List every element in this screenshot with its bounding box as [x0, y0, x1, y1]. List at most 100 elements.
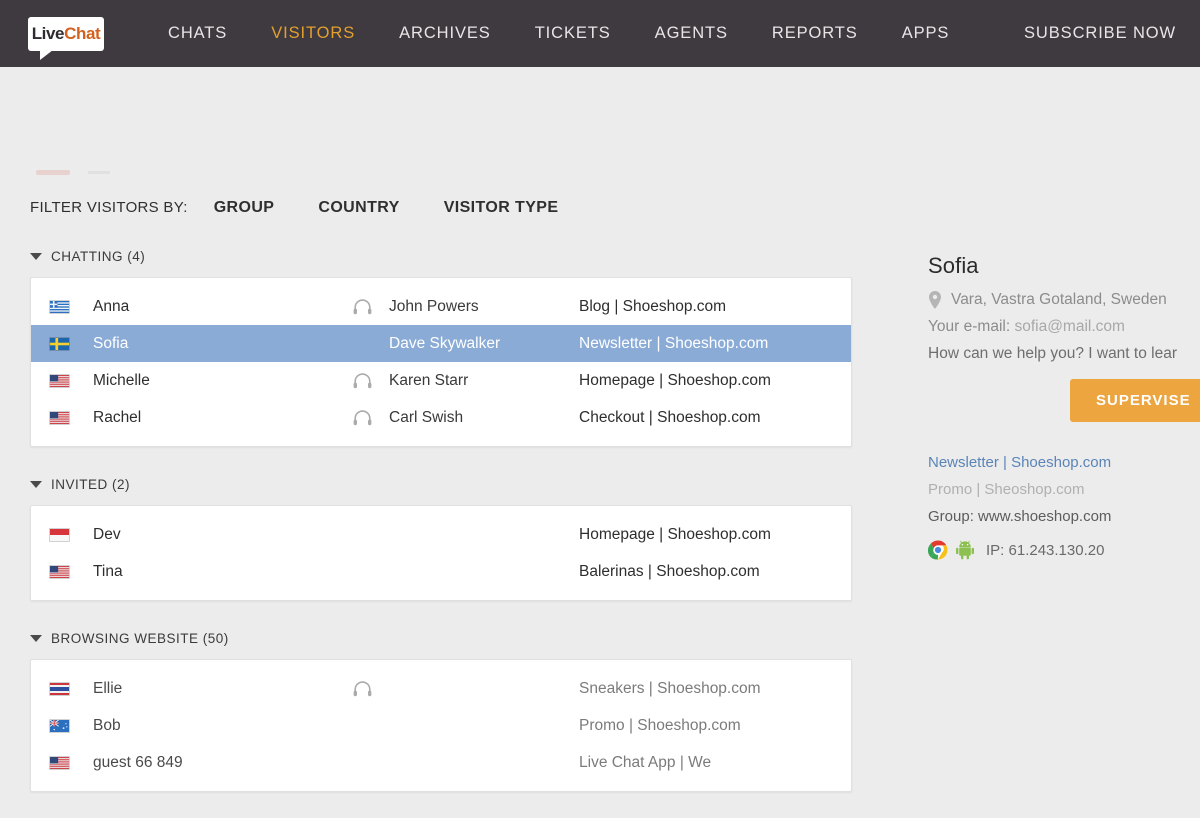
visitor-current-page: Checkout | Shoeshop.com — [579, 408, 761, 426]
thailand-flag — [49, 681, 70, 696]
headset-icon-cell — [353, 409, 389, 426]
livechat-logo[interactable]: LiveChat — [28, 16, 104, 60]
usa-flag — [49, 564, 70, 579]
visitor-row[interactable]: Dev Homepage | Shoeshop.com — [31, 516, 851, 553]
caret-down-icon — [30, 252, 42, 260]
supervise-button[interactable]: SUPERVISE — [1070, 379, 1200, 422]
visitor-current-page: Live Chat App | We — [579, 753, 712, 771]
visitor-current-page: Balerinas | Shoeshop.com — [579, 562, 760, 580]
logo-text-live: Live — [31, 24, 65, 43]
visitor-name: Sofia — [93, 334, 129, 352]
detail-email-value: sofia@mail.com — [1014, 318, 1125, 335]
visitor-current-page: Homepage | Shoeshop.com — [579, 371, 771, 389]
visitor-name: Michelle — [93, 371, 150, 389]
nav-item-archives[interactable]: ARCHIVES — [377, 0, 513, 67]
australia-flag — [49, 718, 70, 733]
visitor-flag-cell — [49, 755, 93, 770]
visitor-flag-cell — [49, 527, 93, 542]
visitor-flag-cell — [49, 410, 93, 425]
visitor-flag-cell — [49, 564, 93, 579]
visitor-name: Bob — [93, 716, 121, 734]
greece-flag — [49, 299, 70, 314]
chrome-icon — [927, 540, 948, 560]
nav-item-apps[interactable]: APPS — [880, 0, 972, 67]
visitor-row[interactable]: Rachel Carl Swish Checkout | Shoeshop.com — [31, 399, 851, 436]
caret-down-icon — [30, 480, 42, 488]
visitor-detail-panel: Sofia Vara, Vastra Gotaland, Sweden Your… — [927, 253, 1200, 560]
detail-location-row: Vara, Vastra Gotaland, Sweden — [928, 291, 1200, 309]
location-pin-icon — [928, 291, 942, 309]
detail-links-block: Newsletter | Shoeshop.com Promo | Sheosh… — [927, 454, 1200, 560]
indonesia-flag — [49, 527, 70, 542]
visitor-row[interactable]: Michelle Karen Starr Homepage | Shoeshop.c… — [31, 362, 851, 399]
visitor-flag-cell — [49, 718, 93, 733]
headset-icon-cell — [353, 680, 389, 697]
visitor-group-card: Anna John Powers Blog | Shoeshop.com Sofia D… — [30, 277, 852, 447]
visitor-row[interactable]: Tina Balerinas | Shoeshop.com — [31, 553, 851, 590]
visitor-row[interactable]: Bob Promo | Shoeshop.com — [31, 707, 851, 744]
visitor-row[interactable]: Sofia Dave Skywalker Newsletter | Shoeshop… — [31, 325, 851, 362]
subscribe-now-button[interactable]: SUBSCRIBE NOW — [1024, 24, 1178, 43]
visitor-name: Dev — [93, 525, 121, 543]
visitor-current-page: Promo | Shoeshop.com — [579, 716, 741, 734]
detail-visitor-name: Sofia — [928, 253, 979, 278]
nav-item-tickets[interactable]: TICKETS — [513, 0, 633, 67]
nav-item-reports[interactable]: REPORTS — [750, 0, 880, 67]
usa-flag — [49, 410, 70, 425]
visitor-row[interactable]: guest 66 849 Live Chat App | We — [31, 744, 851, 781]
top-navigation-bar: LiveChat CHATS VISITORS ARCHIVES TICKETS AGE… — [0, 0, 1200, 67]
faint-artifact — [36, 170, 70, 175]
visitor-current-page: Blog | Shoeshop.com — [579, 297, 727, 315]
visitor-name: Anna — [93, 297, 130, 315]
headset-icon-cell — [353, 298, 389, 315]
visitor-flag-cell — [49, 299, 93, 314]
visitor-agent-name: Karen Starr — [389, 371, 469, 389]
visitor-current-page: Sneakers | Shoeshop.com — [579, 679, 761, 697]
faint-artifact-secondary — [88, 171, 110, 174]
visitor-row[interactable]: Ellie Sneakers | Shoeshop.com — [31, 670, 851, 707]
visitor-agent-name: Dave Skywalker — [389, 334, 501, 352]
visitor-group-card: Dev Homepage | Shoeshop.com Tina Balerinas … — [30, 505, 852, 601]
visitor-flag-cell — [49, 336, 93, 351]
filter-option-country[interactable]: COUNTRY — [318, 199, 399, 217]
nav-item-visitors[interactable]: VISITORS — [249, 0, 377, 67]
visitor-flag-cell — [49, 373, 93, 388]
detail-location-text: Vara, Vastra Gotaland, Sweden — [951, 291, 1167, 308]
sweden-flag — [49, 336, 70, 351]
visitor-list: CHATTING (4) Anna John Powers Blog | Shoesh… — [30, 245, 852, 818]
visitor-agent-name: Carl Swish — [389, 408, 464, 426]
section-header-2[interactable]: BROWSING WEBSITE (50) — [30, 627, 852, 649]
detail-email-label: Your e-mail: — [928, 318, 1011, 335]
visitor-agent-name: John Powers — [389, 297, 479, 315]
visitor-name: Ellie — [93, 679, 123, 697]
headset-icon — [353, 298, 372, 315]
headset-icon — [353, 409, 372, 426]
detail-current-page-link[interactable]: Newsletter | Shoeshop.com — [928, 454, 1200, 471]
detail-ip-text: IP: 61.243.130.20 — [986, 541, 1105, 559]
visitor-row[interactable]: Anna John Powers Blog | Shoeshop.com — [31, 288, 851, 325]
visitor-flag-cell — [49, 681, 93, 696]
section-header-0[interactable]: CHATTING (4) — [30, 245, 852, 267]
section-header-1[interactable]: INVITED (2) — [30, 473, 852, 495]
main-nav: CHATS VISITORS ARCHIVES TICKETS AGENTS REPORT… — [146, 0, 1024, 67]
section-title: CHATTING (4) — [51, 248, 146, 264]
headset-icon-cell — [353, 372, 389, 389]
filter-bar: FILTER VISITORS BY: GROUP COUNTRY VISITO… — [30, 199, 558, 217]
caret-down-icon — [30, 634, 42, 642]
usa-flag — [49, 373, 70, 388]
filter-option-visitor-type[interactable]: VISITOR TYPE — [444, 199, 559, 217]
nav-item-agents[interactable]: AGENTS — [633, 0, 750, 67]
filter-bar-label: FILTER VISITORS BY: — [30, 199, 188, 216]
nav-item-chats[interactable]: CHATS — [146, 0, 249, 67]
section-title: INVITED (2) — [51, 476, 131, 492]
visitor-name: Rachel — [93, 408, 142, 426]
logo-text-chat: Chat — [64, 24, 101, 43]
visitor-name: guest 66 849 — [93, 753, 183, 771]
android-icon — [955, 540, 975, 560]
visitor-group-card: Ellie Sneakers | Shoeshop.com Bob Promo | S… — [30, 659, 852, 792]
headset-icon — [353, 680, 372, 697]
headset-icon — [353, 372, 372, 389]
visitor-current-page: Newsletter | Shoeshop.com — [579, 334, 769, 352]
filter-option-group[interactable]: GROUP — [214, 199, 275, 217]
detail-group-text: Group: www.shoeshop.com — [928, 508, 1112, 525]
